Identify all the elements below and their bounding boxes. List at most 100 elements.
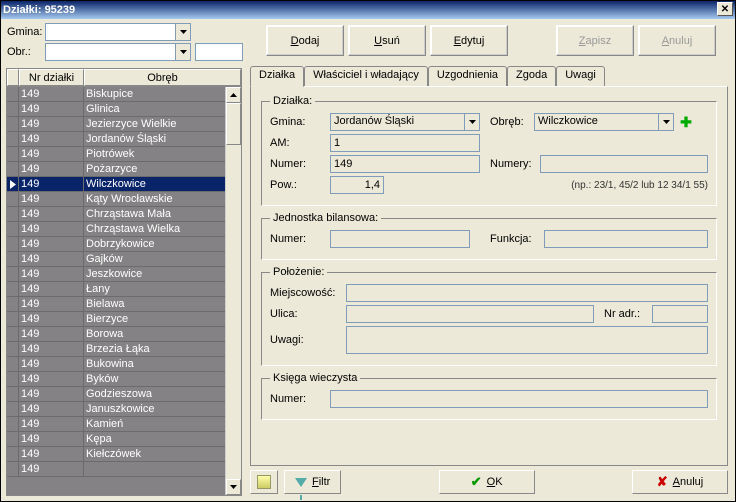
numer-input[interactable]: 149 [330,155,480,173]
tab-zgoda[interactable]: Zgoda [507,66,556,86]
grid-scrollbar[interactable] [225,87,241,495]
miejscowosc-input[interactable] [346,284,708,302]
filtr-button[interactable]: Filtr [284,470,341,494]
uwagi-label: Uwagi: [270,334,342,346]
filter-obr-label: Obr.: [7,46,41,58]
numery-label: Numery: [490,158,536,170]
grid-corner [7,69,19,86]
table-row[interactable]: 149Chrząstawa Mała [7,207,225,222]
table-row[interactable]: 149Godzieszowa [7,387,225,402]
table-row[interactable]: 149Januszkowice [7,402,225,417]
filter-gmina-label: Gmina: [7,26,41,38]
chevron-down-icon[interactable] [464,114,479,130]
am-label: AM: [270,137,326,149]
pow-input[interactable]: 1,4 [330,176,384,194]
tab-uzgodnienia[interactable]: Uzgodnienia [428,66,507,86]
x-icon: ✘ [657,474,668,490]
chevron-down-icon[interactable] [175,24,190,40]
jb-numer-input[interactable] [330,230,470,248]
table-row[interactable]: 149Brzezia Łąka [7,342,225,357]
table-row[interactable]: 149Kiełczówek [7,447,225,462]
gmina-combo[interactable]: Jordanów Śląski [330,113,480,131]
scroll-down-icon[interactable] [226,479,241,495]
table-row[interactable]: 149Chrząstawa Wielka [7,222,225,237]
check-icon: ✔ [471,474,482,490]
table-row[interactable]: 149Bukowina [7,357,225,372]
tab-uwagi[interactable]: Uwagi [556,66,605,86]
tab-wlasciciel[interactable]: Właściciel i władający [304,66,428,86]
table-row[interactable]: 149Kąty Wrocławskie [7,192,225,207]
window-titlebar: Działki: 95239 ✕ [1,1,735,19]
table-row[interactable]: 149Byków [7,372,225,387]
table-row[interactable]: 149Gajków [7,252,225,267]
table-row[interactable]: 149Pożarzyce [7,162,225,177]
filter-obr-combo[interactable] [45,43,191,61]
table-row[interactable]: 149Jezierzyce Wielkie [7,117,225,132]
am-input[interactable]: 1 [330,134,480,152]
chevron-down-icon[interactable] [658,114,673,130]
ulica-input[interactable] [346,305,594,323]
table-row[interactable]: 149Jeszkowice [7,267,225,282]
ok-button[interactable]: ✔OK [439,470,535,494]
pow-label: Pow.: [270,179,326,191]
ulica-label: Ulica: [270,308,342,320]
nradr-input[interactable] [652,305,708,323]
edytuj-button[interactable]: Edytuj [430,25,508,56]
table-row[interactable]: 149Borowa [7,327,225,342]
scroll-thumb[interactable] [226,103,241,145]
group-dzialka: Działka: Gmina: Jordanów Śląski Obręb: W… [261,95,717,206]
user-icon-button[interactable] [250,470,278,494]
anuluj-button: Anuluj [638,25,716,56]
grid-col-obreb[interactable]: Obręb [84,69,241,86]
table-row[interactable]: 149Bierzyce [7,312,225,327]
jb-funkcja-label: Funkcja: [490,233,540,245]
table-row[interactable]: 149Piotrówek [7,147,225,162]
group-kw-legend: Księga wieczysta [270,372,360,384]
numery-input[interactable] [540,155,708,173]
usun-button[interactable]: Usuń [348,25,426,56]
table-row[interactable]: 149Łany [7,282,225,297]
table-row[interactable]: 149Jordanów Śląski [7,132,225,147]
filter-gmina-combo[interactable] [45,23,191,41]
jb-funkcja-input[interactable] [544,230,708,248]
group-dzialka-legend: Działka: [270,95,315,107]
grid-col-nr[interactable]: Nr działki [19,69,84,86]
table-row[interactable]: 149Kamień [7,417,225,432]
kw-numer-label: Numer: [270,393,326,405]
table-row[interactable]: 149 [7,462,225,477]
table-row[interactable]: 149Dobrzykowice [7,237,225,252]
group-polozenie-legend: Położenie: [270,266,327,278]
miejscowosc-label: Miejscowość: [270,287,342,299]
numer-label: Numer: [270,158,326,170]
group-polozenie: Położenie: Miejscowość: Ulica: Nr adr.: … [261,266,717,366]
group-jednostka-legend: Jednostka bilansowa: [270,212,381,224]
table-row[interactable]: 149Kępa [7,432,225,447]
table-row[interactable]: 149Wilczkowice [7,177,225,192]
table-row[interactable]: 149Biskupice [7,87,225,102]
numery-hint: (np.: 23/1, 45/2 lub 12 34/1 55) [571,180,708,191]
zapisz-button: Zapisz [556,25,634,56]
obreb-label: Obręb: [490,116,530,128]
group-jednostka: Jednostka bilansowa: Numer: Funkcja: [261,212,717,260]
anuluj-bottom-button[interactable]: ✘Anuluj [632,470,728,494]
scroll-up-icon[interactable] [226,87,241,103]
table-row[interactable]: 149Bielawa [7,297,225,312]
funnel-icon [295,478,307,487]
uwagi-input[interactable] [346,326,708,354]
window-title: Działki: 95239 [3,4,75,16]
filter-obr-input[interactable] [195,43,243,61]
close-icon[interactable]: ✕ [717,2,733,16]
chevron-down-icon[interactable] [175,44,190,60]
table-row[interactable]: 149Glinica [7,102,225,117]
gmina-label: Gmina: [270,116,326,128]
parcels-grid[interactable]: Nr działki Obręb 149Biskupice149Glinica1… [6,68,242,496]
nradr-label: Nr adr.: [604,308,648,320]
obreb-combo[interactable]: Wilczkowice [534,113,674,131]
group-kw: Księga wieczysta Numer: [261,372,717,420]
jb-numer-label: Numer: [270,233,326,245]
add-obreb-icon[interactable]: ✚ [678,114,694,130]
kw-numer-input[interactable] [330,390,708,408]
dodaj-button[interactable]: Dodaj [266,25,344,56]
avatar-icon [257,475,271,489]
tab-dzialka[interactable]: Działka [250,66,304,87]
